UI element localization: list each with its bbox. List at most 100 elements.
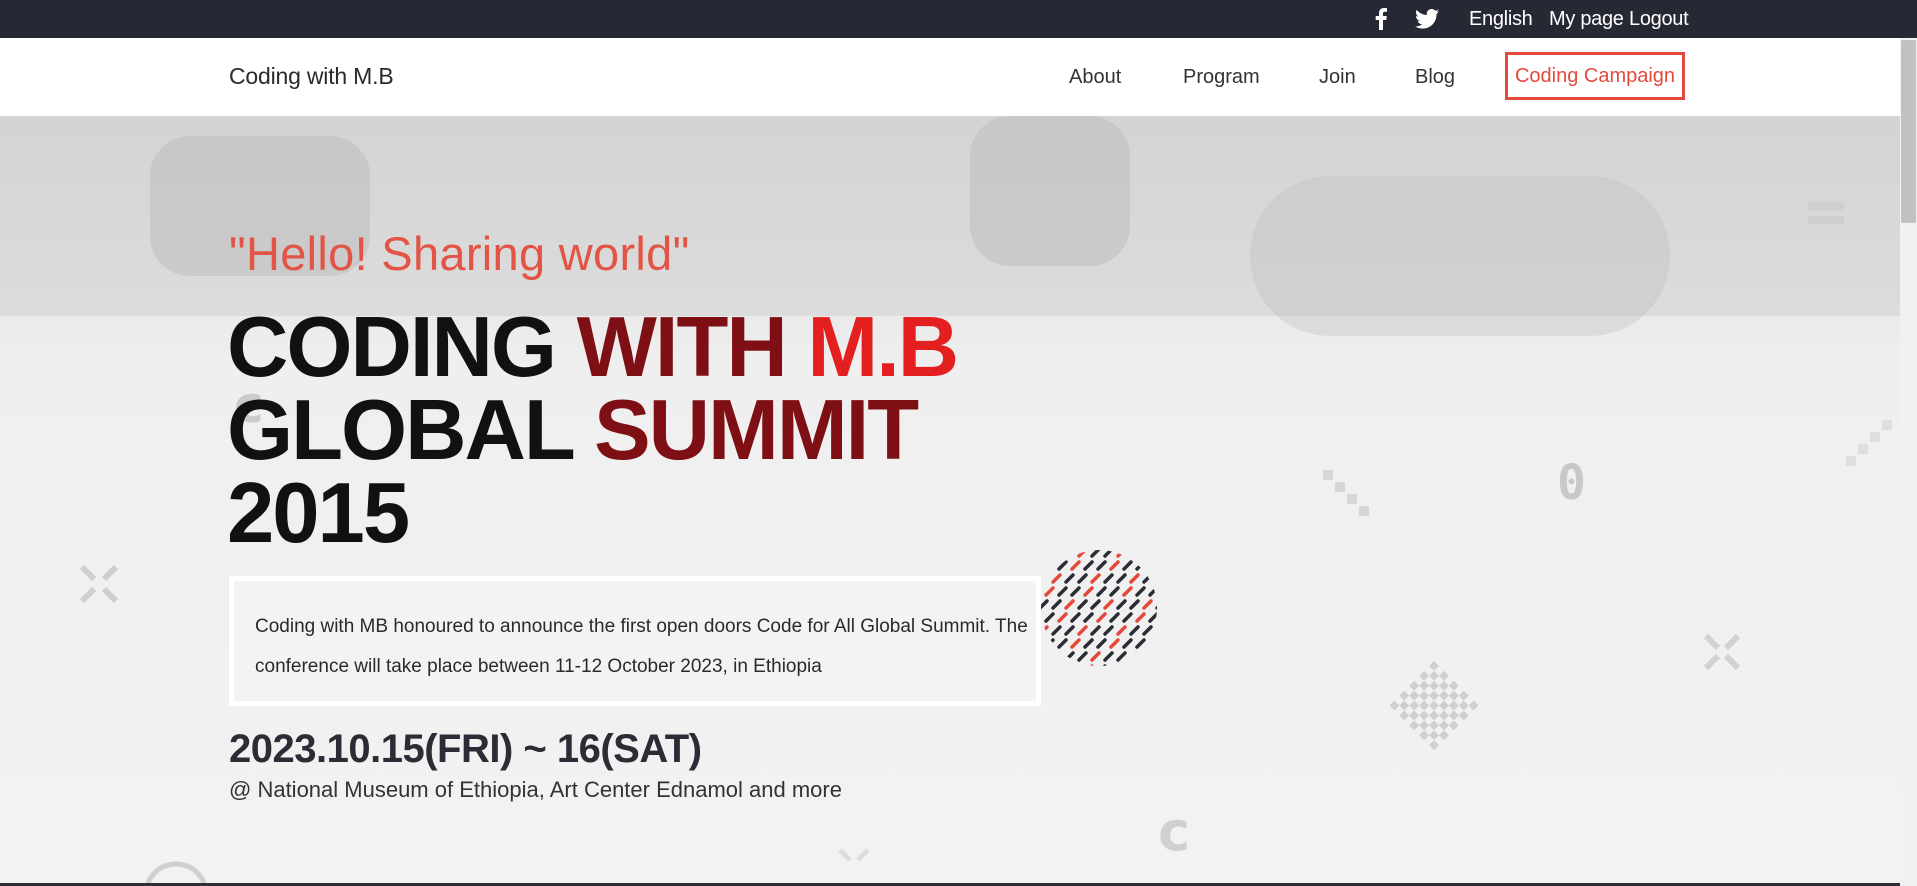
dash-mark bbox=[1103, 550, 1114, 558]
dash-mark bbox=[1070, 612, 1081, 623]
dash-mark bbox=[1041, 651, 1049, 662]
dash-mark bbox=[1064, 599, 1075, 610]
dash-mark bbox=[1051, 573, 1062, 584]
brand-logo[interactable]: Coding with M.B bbox=[229, 63, 394, 90]
dash-mark bbox=[1096, 664, 1107, 666]
dash-mark bbox=[1096, 586, 1107, 597]
main-navbar: Coding with M.B About Program Join Blog … bbox=[0, 38, 1900, 116]
no-dollar-icon: $ bbox=[1325, 198, 1385, 258]
dash-mark bbox=[1077, 550, 1088, 558]
x-icon bbox=[1703, 633, 1741, 671]
zero-glyph-icon: 0 bbox=[1557, 455, 1586, 511]
nav-program[interactable]: Program bbox=[1183, 66, 1260, 89]
dash-mark bbox=[1103, 625, 1114, 636]
dash-mark bbox=[1142, 625, 1153, 636]
dash-mark bbox=[1057, 612, 1068, 623]
dash-mark bbox=[1155, 599, 1157, 610]
equals-icon bbox=[1808, 202, 1844, 224]
dash-mark bbox=[1090, 550, 1101, 558]
facebook-icon[interactable] bbox=[1374, 8, 1388, 30]
dash-mark bbox=[1116, 573, 1127, 584]
dash-mark bbox=[1041, 625, 1049, 636]
dash-mark bbox=[1135, 664, 1146, 666]
dash-mark bbox=[1041, 599, 1049, 610]
dash-mark bbox=[1109, 586, 1120, 597]
photo-shape bbox=[1250, 176, 1670, 336]
dash-mark bbox=[1135, 638, 1146, 649]
hero-quote: "Hello! Sharing world" bbox=[229, 227, 690, 280]
headline-line-1: CODING WITH M.B bbox=[227, 305, 959, 390]
headline-line-2: GLOBAL SUMMIT bbox=[227, 388, 919, 473]
scrollbar-thumb[interactable] bbox=[1901, 40, 1916, 223]
nav-about[interactable]: About bbox=[1069, 66, 1121, 89]
dash-mark bbox=[1103, 599, 1114, 610]
checker-diamond-icon bbox=[1389, 661, 1479, 751]
x-icon bbox=[79, 564, 119, 604]
dash-mark bbox=[1129, 651, 1140, 662]
dash-mark bbox=[1044, 664, 1055, 666]
dash-mark bbox=[1155, 625, 1157, 636]
logout-link[interactable]: Logout bbox=[1629, 8, 1689, 31]
partial-circle-icon bbox=[144, 861, 208, 886]
nav-blog[interactable]: Blog bbox=[1415, 66, 1455, 89]
headline-coding: CODING bbox=[227, 300, 577, 395]
dash-mark bbox=[1148, 664, 1157, 666]
dash-mark bbox=[1148, 638, 1157, 649]
dash-mark bbox=[1070, 638, 1081, 649]
dash-mark bbox=[1135, 612, 1146, 623]
dash-mark bbox=[1129, 599, 1140, 610]
pixel-steps-icon bbox=[1323, 470, 1369, 516]
dash-mark bbox=[1129, 550, 1140, 558]
dash-mark bbox=[1122, 664, 1133, 666]
headline-global: GLOBAL bbox=[227, 383, 594, 478]
dash-mark bbox=[1155, 573, 1157, 584]
dash-mark bbox=[1051, 625, 1062, 636]
dash-mark bbox=[1057, 560, 1068, 571]
event-venue: @ National Museum of Ethiopia, Art Cente… bbox=[229, 777, 842, 802]
dotted-circle-decoration bbox=[1041, 550, 1157, 666]
dash-mark bbox=[1044, 586, 1055, 597]
dash-mark bbox=[1116, 651, 1127, 662]
dash-mark bbox=[1109, 612, 1120, 623]
mypage-link[interactable]: My page bbox=[1549, 8, 1624, 31]
dash-mark bbox=[1041, 573, 1049, 584]
photo-shape bbox=[970, 116, 1130, 266]
x-icon bbox=[838, 848, 870, 862]
dash-mark bbox=[1109, 560, 1120, 571]
dash-mark bbox=[1057, 586, 1068, 597]
dash-mark bbox=[1090, 625, 1101, 636]
dash-mark bbox=[1044, 612, 1055, 623]
announcement-box: Coding with MB honoured to announce the … bbox=[229, 576, 1041, 706]
top-utility-bar: English My page Logout bbox=[0, 0, 1917, 38]
dash-mark bbox=[1155, 651, 1157, 662]
nav-join[interactable]: Join bbox=[1319, 66, 1356, 89]
dash-mark bbox=[1135, 560, 1146, 571]
dash-mark bbox=[1083, 560, 1094, 571]
dash-mark bbox=[1103, 651, 1114, 662]
dash-mark bbox=[1122, 586, 1133, 597]
copyright-glyph-icon: c bbox=[1158, 800, 1191, 863]
dash-mark bbox=[1122, 638, 1133, 649]
dash-mark bbox=[1051, 550, 1062, 558]
dash-mark bbox=[1122, 612, 1133, 623]
dash-mark bbox=[1116, 550, 1127, 558]
twitter-icon[interactable] bbox=[1415, 8, 1439, 30]
dash-mark bbox=[1129, 625, 1140, 636]
dash-mark bbox=[1077, 625, 1088, 636]
headline-year: 2015 bbox=[227, 466, 410, 561]
dash-mark bbox=[1051, 651, 1062, 662]
coding-campaign-button[interactable]: Coding Campaign bbox=[1505, 52, 1685, 100]
dash-mark bbox=[1142, 573, 1153, 584]
dash-mark bbox=[1096, 560, 1107, 571]
dash-mark bbox=[1142, 550, 1153, 558]
language-link[interactable]: English bbox=[1469, 8, 1533, 31]
dash-mark bbox=[1070, 664, 1081, 666]
dash-mark bbox=[1135, 586, 1146, 597]
dash-mark bbox=[1090, 573, 1101, 584]
announcement-text: Coding with MB honoured to announce the … bbox=[255, 616, 1028, 677]
dash-mark bbox=[1148, 560, 1157, 571]
dash-mark bbox=[1103, 573, 1114, 584]
headline-summit: SUMMIT bbox=[593, 383, 919, 478]
dash-mark bbox=[1044, 638, 1055, 649]
dash-mark bbox=[1090, 599, 1101, 610]
